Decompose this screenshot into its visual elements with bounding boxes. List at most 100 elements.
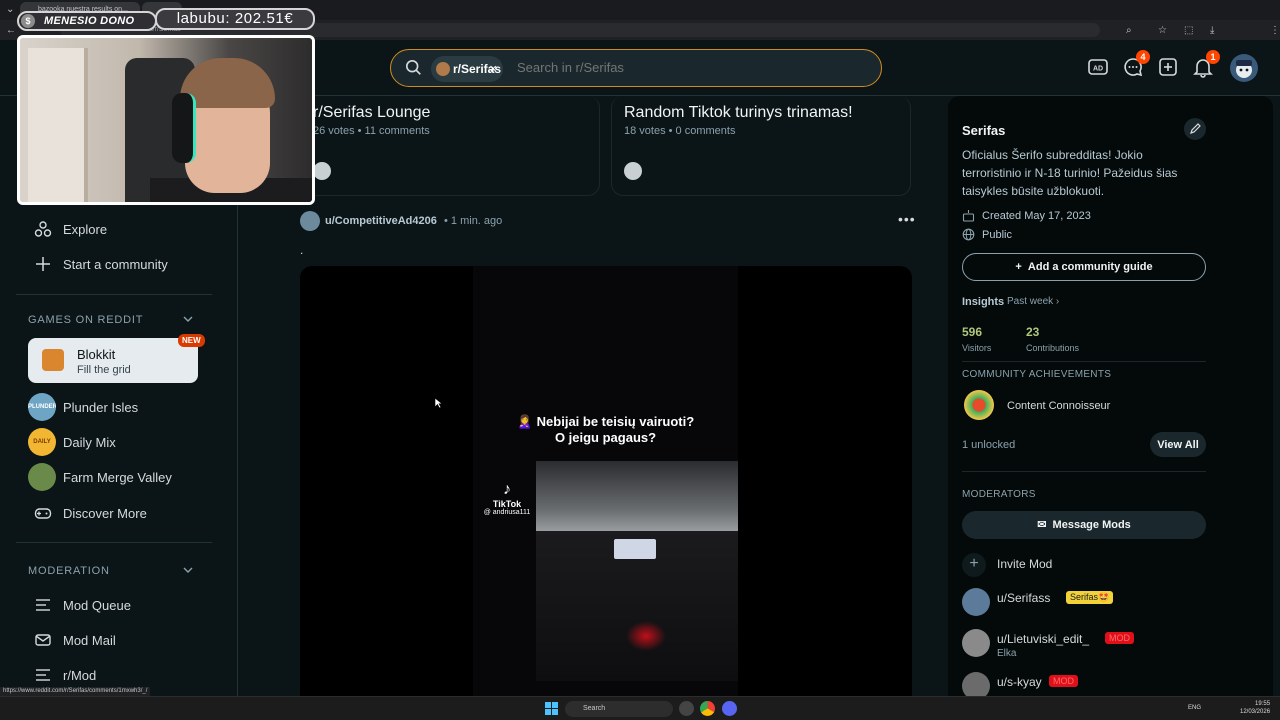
taskbar: Search ENG 19:55 12/03/2026 <box>0 696 1280 720</box>
notification-button[interactable]: 1 <box>1192 50 1220 78</box>
create-post-icon[interactable] <box>1157 56 1179 78</box>
nav-label: Explore <box>63 222 108 237</box>
chat-badge: 4 <box>1136 50 1150 64</box>
farm-merge-valley-icon <box>28 463 56 491</box>
insights-label: Insights <box>962 296 1005 308</box>
chevron-down-icon[interactable] <box>182 313 194 325</box>
sidebar-divider <box>962 361 1206 362</box>
chat-button[interactable]: 4 <box>1122 50 1150 78</box>
visibility-label: Public <box>982 229 1012 241</box>
game-label: Daily Mix <box>63 435 116 450</box>
dollar-coin-icon: $ <box>21 14 35 28</box>
visitors-count: 596 <box>962 325 983 339</box>
search-icon <box>405 59 421 75</box>
created-label: Created May 17, 2023 <box>982 210 1091 222</box>
subreddit-avatar-icon <box>436 62 450 76</box>
moderation-section-header[interactable]: MODERATION <box>28 565 110 577</box>
plus-icon: + <box>1015 261 1028 273</box>
search-scope-chip[interactable]: r/Serifas × <box>431 56 503 82</box>
advertise-icon[interactable]: AD <box>1087 56 1109 78</box>
video-frame: 🙎‍♀️ Nebijai be teisių vairuoti? O jeigu… <box>473 266 738 706</box>
nav-label: Mod Mail <box>63 633 116 648</box>
post-body: . <box>300 243 304 257</box>
blokkit-icon <box>42 349 64 371</box>
featured-game-blokkit[interactable]: Blokkit Fill the grid NEW <box>28 334 205 383</box>
moderator-subtitle: Elka <box>997 648 1017 659</box>
dashboard-glow <box>626 621 666 651</box>
message-mods-button[interactable]: ✉ Message Mods <box>962 511 1206 539</box>
nav-label: Mod Queue <box>63 598 131 613</box>
featured-game-subtitle: Fill the grid <box>77 364 131 376</box>
achievements-header: COMMUNITY ACHIEVEMENTS <box>962 369 1112 380</box>
post-author[interactable]: u/CompetitiveAd4206 <box>325 215 437 227</box>
invite-mod-button[interactable]: + Invite Mod <box>962 553 1162 577</box>
moderator-name: u/s-kyay <box>997 675 1042 689</box>
download-icon[interactable]: ⤓ <box>1210 26 1214 36</box>
taskbar-search-label: Search <box>583 705 606 712</box>
more-options-icon[interactable]: ••• <box>898 211 916 227</box>
user-avatar[interactable] <box>1230 54 1258 82</box>
sidebar-divider <box>16 294 212 295</box>
taskbar-app-icon[interactable] <box>679 701 694 716</box>
mail-icon: ✉ <box>1037 519 1053 531</box>
windows-start-icon[interactable] <box>545 702 558 715</box>
tiktok-watermark: ♪ TikTok @ andriusa111 <box>477 481 537 516</box>
moderator-item[interactable]: u/Serifass Serifas🤩 <box>962 588 1212 618</box>
language-indicator[interactable]: ENG <box>1188 705 1201 711</box>
highlight-title: Random Tiktok turinys trinamas! <box>624 104 853 121</box>
moderator-flair: Serifas🤩 <box>1066 591 1114 604</box>
moderator-name: u/Lietuviski_edit_ <box>997 632 1090 646</box>
snoo-avatar-icon <box>1236 60 1252 78</box>
webcam-overlay <box>17 35 315 205</box>
video-player[interactable]: 🙎‍♀️ Nebijai be teisių vairuoti? O jeigu… <box>300 266 912 706</box>
snoo-icon <box>624 162 642 180</box>
extensions-icon[interactable]: ⬚ <box>1184 26 1193 36</box>
mod-mail-icon <box>35 634 51 646</box>
explore-icon <box>34 221 52 237</box>
achievements-unlocked: 1 unlocked <box>962 439 1016 451</box>
insights-period-selector[interactable]: Past week › <box>1007 296 1059 307</box>
monthly-donor-label: $ MENESIO DONO <box>17 11 157 31</box>
gamepad-icon <box>34 508 52 519</box>
community-description: Oficialus Šerifo subredditas! Jokio terr… <box>962 148 1178 198</box>
achievement-icon[interactable] <box>964 390 994 420</box>
guide-button-label: Add a community guide <box>1027 261 1153 273</box>
discord-icon[interactable] <box>722 701 737 716</box>
moderator-avatar <box>962 629 990 657</box>
chrome-icon[interactable] <box>700 701 715 716</box>
clock[interactable]: 19:55 12/03/2026 <box>1240 700 1270 716</box>
video-caption-line: O jeigu pagaus? <box>554 430 657 445</box>
edit-button[interactable] <box>1184 118 1206 140</box>
contributions-label: Contributions <box>1026 343 1080 353</box>
clock-time: 19:55 <box>1255 701 1271 707</box>
clear-scope-icon[interactable]: × <box>489 61 497 76</box>
globe-icon <box>962 228 975 241</box>
highlight-title: r/Serifas Lounge <box>313 104 431 121</box>
highlight-card-lounge[interactable]: r/Serifas Lounge 26 votes • 11 comments <box>300 96 600 196</box>
games-section-header[interactable]: GAMES ON REDDIT <box>28 314 143 326</box>
search-input[interactable] <box>517 60 857 75</box>
contributions-count: 23 <box>1026 325 1040 339</box>
bookmark-icon[interactable]: ☆ <box>1158 26 1167 36</box>
taskbar-search[interactable]: Search <box>565 701 673 717</box>
view-all-button[interactable]: View All <box>1150 432 1206 457</box>
post[interactable]: u/CompetitiveAd4206 • 1 min. ago ••• . 🙎… <box>288 203 928 706</box>
snoo-icon <box>313 162 331 180</box>
plunder-isles-icon: PLUNDER ISLES <box>28 393 56 421</box>
add-community-guide-button[interactable]: + Add a community guide <box>962 253 1206 281</box>
highlight-meta: 18 votes • 0 comments <box>624 125 736 137</box>
highlight-card-tiktok[interactable]: Random Tiktok turinys trinamas! 18 votes… <box>611 96 911 196</box>
chevron-down-icon[interactable] <box>182 564 194 576</box>
moderator-item[interactable]: u/Lietuviski_edit_ MOD Elka <box>962 629 1212 659</box>
achievement-name[interactable]: Content Connoisseur <box>1007 400 1110 412</box>
author-avatar[interactable] <box>300 211 320 231</box>
zoom-icon[interactable]: ⌕ <box>1126 26 1132 36</box>
plus-icon: + <box>962 553 986 577</box>
headset-icon <box>172 93 196 163</box>
notification-badge: 1 <box>1206 50 1220 64</box>
clock-date: 12/03/2026 <box>1240 709 1271 715</box>
tab-search-icon[interactable]: ⌄ <box>6 5 14 15</box>
menu-icon[interactable]: ⋮ <box>1270 26 1280 36</box>
search-bar[interactable]: r/Serifas × <box>390 49 882 87</box>
back-icon[interactable]: ← <box>6 26 16 36</box>
